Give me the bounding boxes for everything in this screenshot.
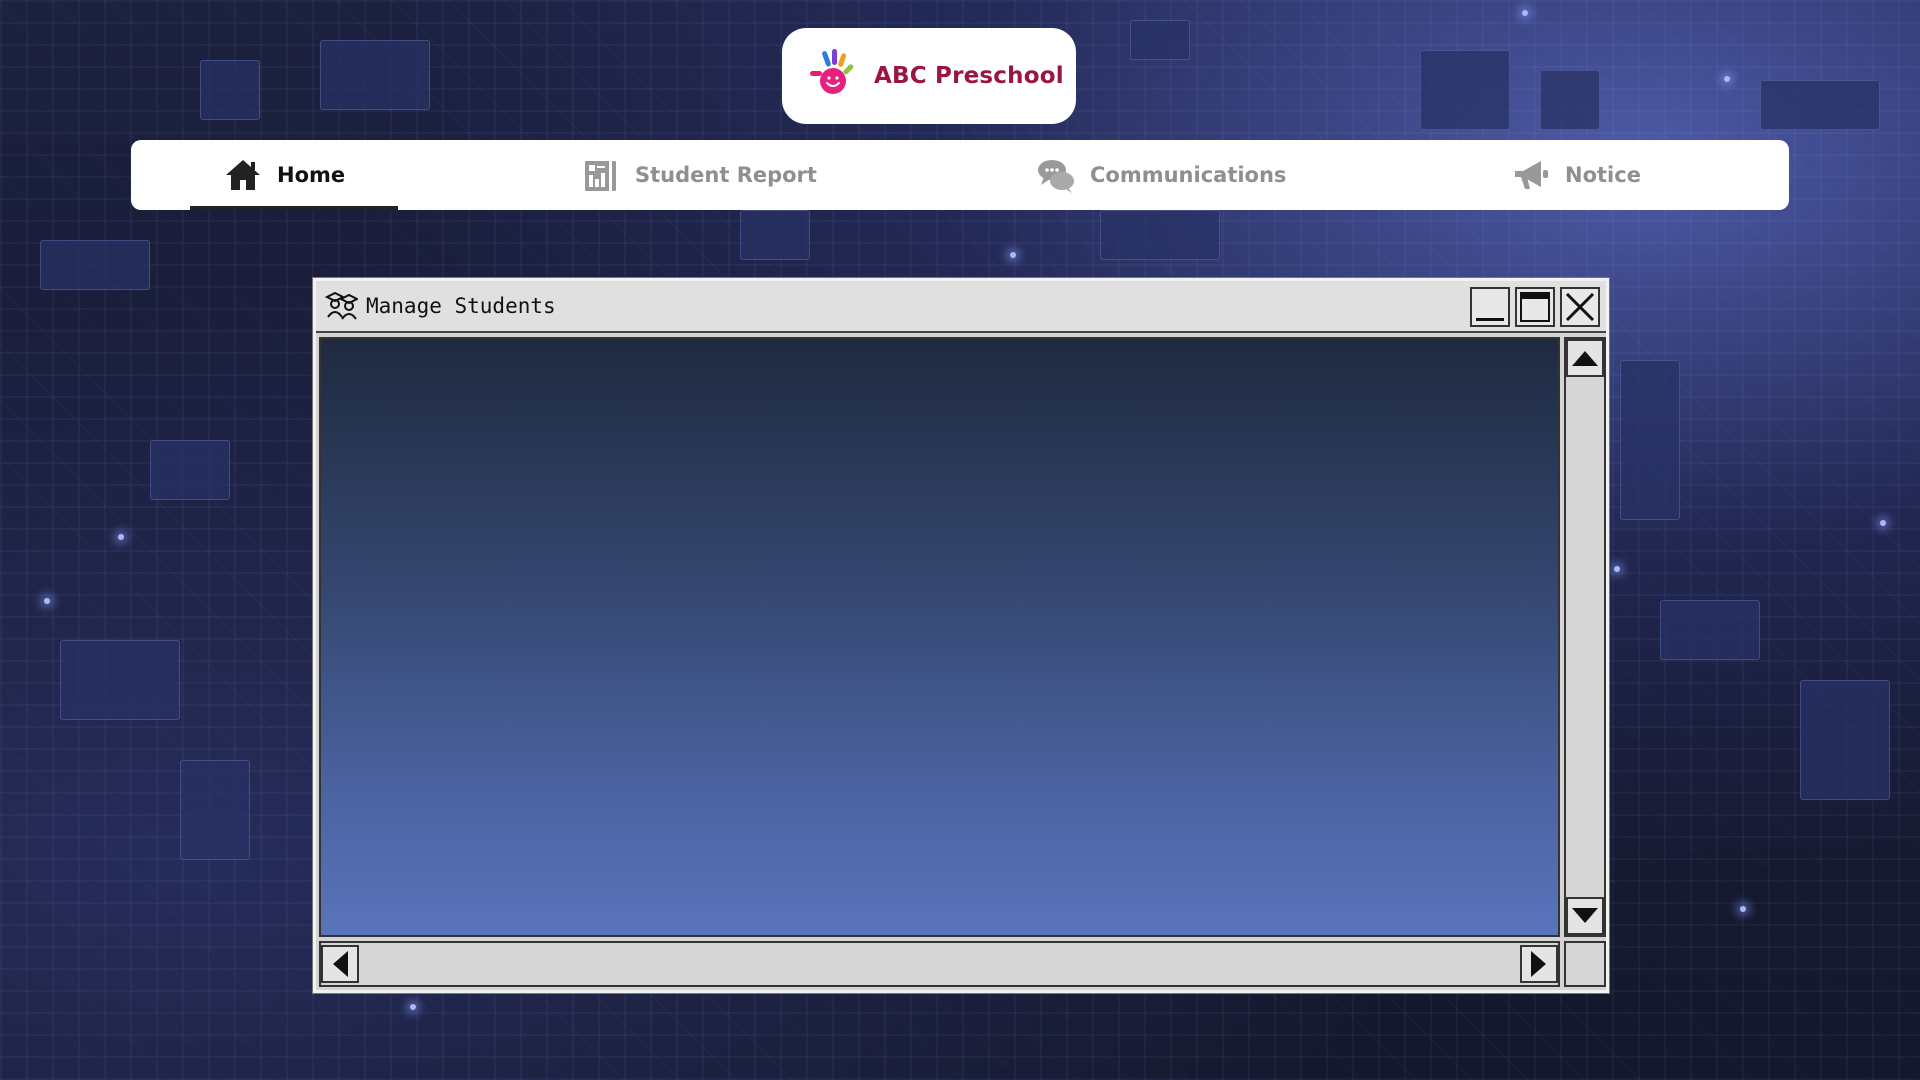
minimize-button[interactable] <box>1470 287 1510 327</box>
scrollbar-corner <box>1564 941 1606 987</box>
minimize-icon <box>1476 318 1504 321</box>
nav-student-report[interactable]: Student Report <box>581 140 817 210</box>
arrow-right-icon <box>1531 951 1546 977</box>
main-nav: Home Student Report Communications Notic… <box>131 140 1789 210</box>
report-icon <box>585 161 616 191</box>
app-logo[interactable]: ABC Preschool <box>782 28 1076 124</box>
close-icon <box>1565 292 1595 322</box>
window-titlebar[interactable]: Manage Students <box>316 281 1606 333</box>
vertical-scrollbar[interactable] <box>1564 337 1606 937</box>
hand-smiley-icon <box>810 49 854 94</box>
nav-notice-label: Notice <box>1565 163 1641 187</box>
close-button[interactable] <box>1560 287 1600 327</box>
nav-home[interactable]: Home <box>190 140 398 210</box>
scroll-down-button[interactable] <box>1566 897 1604 935</box>
window-content-area[interactable] <box>319 337 1560 937</box>
app-title: ABC Preschool <box>874 63 1064 89</box>
arrow-down-icon <box>1572 908 1598 923</box>
maximize-icon <box>1520 292 1550 322</box>
megaphone-icon <box>1515 161 1548 189</box>
manage-students-window: Manage Students <box>312 277 1610 994</box>
scroll-right-button[interactable] <box>1520 945 1558 983</box>
arrow-left-icon <box>333 951 348 977</box>
nav-home-label: Home <box>277 163 346 187</box>
window-title: Manage Students <box>366 294 556 318</box>
scroll-up-button[interactable] <box>1566 339 1604 377</box>
home-icon <box>226 160 260 190</box>
arrow-up-icon <box>1572 351 1598 366</box>
nav-communications-label: Communications <box>1090 163 1287 187</box>
horizontal-scrollbar[interactable] <box>319 941 1560 987</box>
nav-notice[interactable]: Notice <box>1511 140 1641 210</box>
students-icon <box>324 291 358 320</box>
scroll-left-button[interactable] <box>321 945 359 983</box>
nav-communications[interactable]: Communications <box>1036 140 1286 210</box>
maximize-button[interactable] <box>1515 287 1555 327</box>
nav-student-report-label: Student Report <box>635 163 817 187</box>
chat-icon <box>1038 160 1074 193</box>
